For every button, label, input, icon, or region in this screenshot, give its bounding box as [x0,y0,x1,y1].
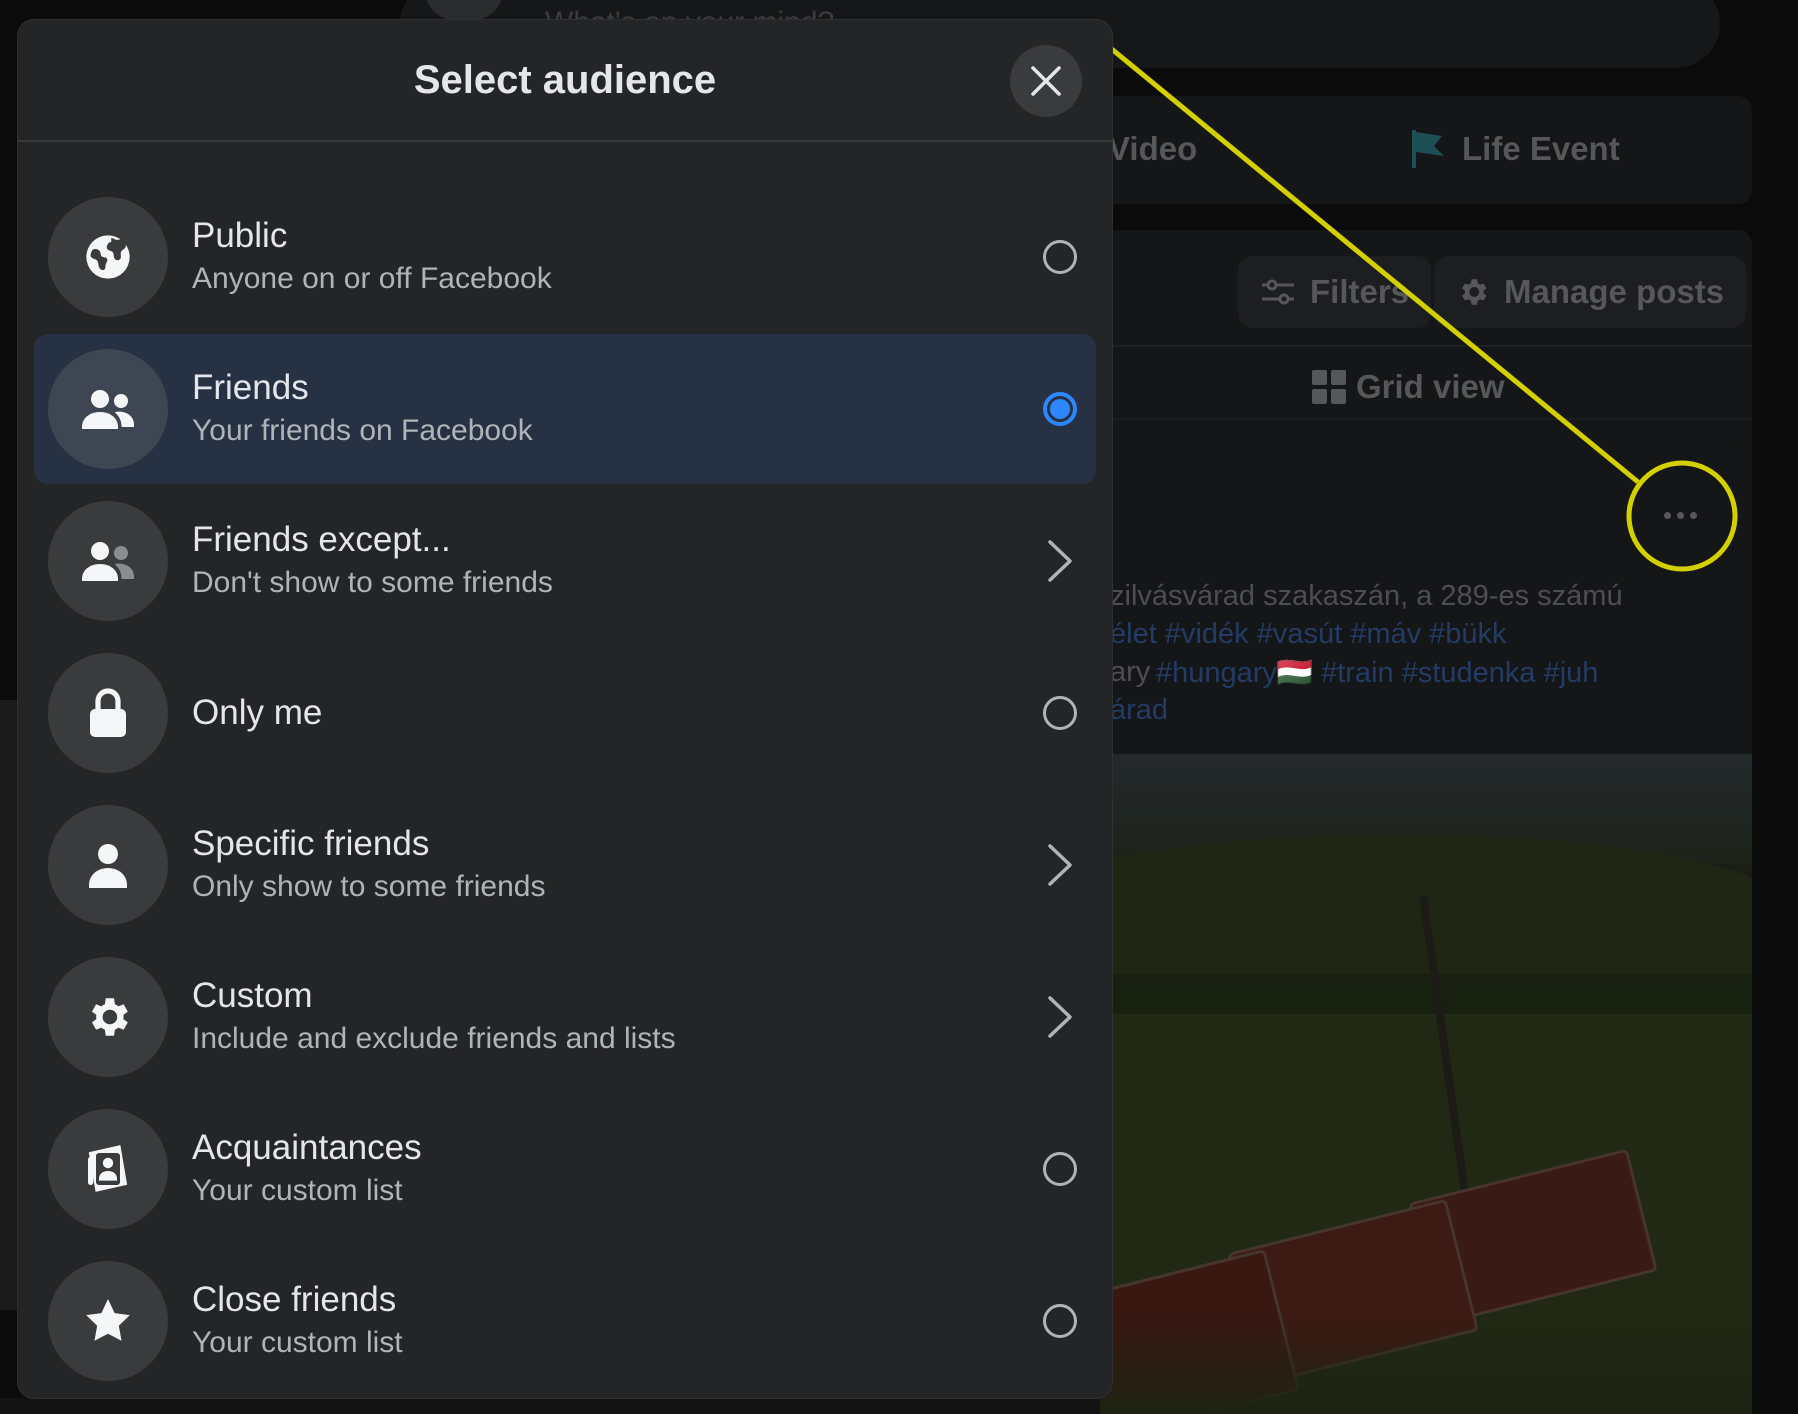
option-title: Public [192,216,288,255]
option-subtitle: Your custom list [192,1326,403,1359]
option-title: Friends [192,368,309,407]
friends-icon [48,349,168,469]
option-title: Specific friends [192,824,430,863]
dialog-title: Select audience [413,57,717,102]
option-title: Close friends [192,1280,397,1319]
globe-icon [48,197,168,317]
audience-option-custom[interactable]: Custom Include and exclude friends and l… [34,942,1096,1092]
acquaintances-radio[interactable] [1043,1152,1077,1186]
audience-option-acquaintances[interactable]: Acquaintances Your custom list [34,1094,1096,1244]
option-subtitle: Your friends on Facebook [192,414,533,447]
audience-option-friends[interactable]: Friends Your friends on Facebook [34,334,1096,484]
close-icon [1031,66,1061,96]
audience-option-list: Public Anyone on or off Facebook Friends… [34,182,1096,1398]
option-title: Only me [192,693,323,732]
contact-card-icon [48,1109,168,1229]
annotation-circle [1626,460,1738,572]
option-subtitle: Don't show to some friends [192,566,553,599]
audience-option-close-friends[interactable]: Close friends Your custom list [34,1246,1096,1396]
person-icon [48,805,168,925]
option-subtitle: Include and exclude friends and lists [192,1022,676,1055]
friends-radio[interactable] [1043,392,1077,426]
gear-icon [48,957,168,1077]
option-title: Friends except... [192,520,451,559]
option-title: Acquaintances [192,1128,422,1167]
audience-option-specific-friends[interactable]: Specific friends Only show to some frien… [34,790,1096,940]
lock-icon [48,653,168,773]
option-subtitle: Only show to some friends [192,870,546,903]
chevron-right-icon[interactable] [1038,539,1082,583]
option-title: Custom [192,976,313,1015]
select-audience-dialog: Select audience Public Anyone on or off … [18,20,1112,1398]
annotation-line [1106,44,1640,484]
audience-option-only-me[interactable]: Only me [34,638,1096,788]
option-subtitle: Your custom list [192,1174,403,1207]
audience-option-public[interactable]: Public Anyone on or off Facebook [34,182,1096,332]
only-me-radio[interactable] [1043,696,1077,730]
close-friends-radio[interactable] [1043,1304,1077,1338]
option-subtitle: Anyone on or off Facebook [192,262,552,295]
audience-option-friends-except[interactable]: Friends except... Don't show to some fri… [34,486,1096,636]
chevron-right-icon[interactable] [1038,995,1082,1039]
close-button[interactable] [1010,45,1082,117]
public-radio[interactable] [1043,240,1077,274]
friends-except-icon [48,501,168,621]
chevron-right-icon[interactable] [1038,843,1082,887]
star-icon [48,1261,168,1381]
dialog-header: Select audience [18,20,1112,142]
